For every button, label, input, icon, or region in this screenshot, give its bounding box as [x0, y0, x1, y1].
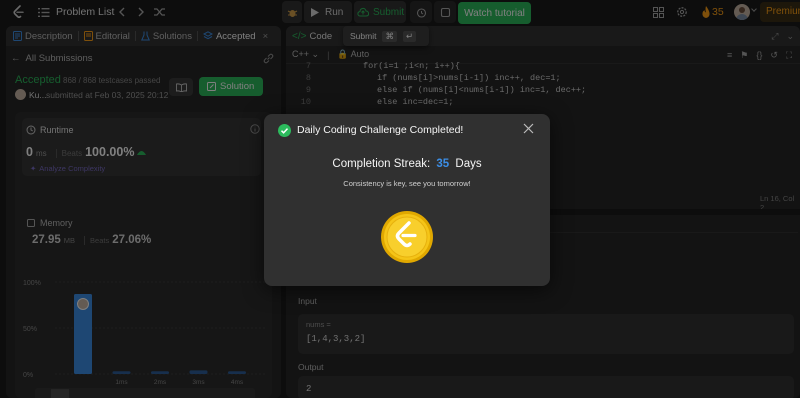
check-circle-icon — [278, 124, 291, 137]
streak-prefix: Completion Streak: — [332, 158, 431, 170]
completion-streak: Completion Streak: 35 Days — [264, 158, 550, 170]
streak-suffix: Days — [455, 158, 482, 170]
streak-number: 35 — [436, 158, 450, 170]
leetcode-coin-icon — [380, 210, 434, 264]
modal-title: Daily Coding Challenge Completed! — [297, 124, 464, 136]
daily-challenge-modal: Daily Coding Challenge Completed! Comple… — [264, 114, 550, 286]
close-icon[interactable] — [523, 123, 534, 134]
modal-message: Consistency is key, see you tomorrow! — [343, 179, 471, 188]
